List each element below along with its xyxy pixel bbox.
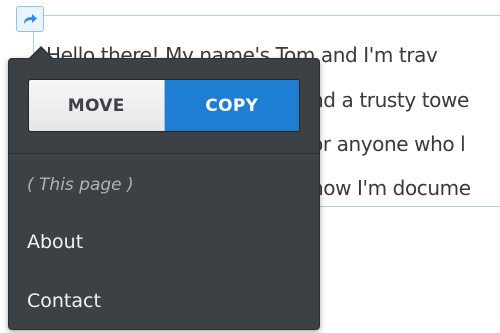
destination-about[interactable]: About	[27, 231, 83, 253]
move-button[interactable]: MOVE	[29, 80, 165, 131]
paragraph-line: nd a trusty towe	[311, 88, 469, 112]
arrow-share-icon	[24, 14, 37, 24]
copy-button[interactable]: COPY	[164, 80, 299, 131]
divider	[9, 153, 319, 154]
popover-arrow	[30, 48, 52, 59]
move-copy-toggle: MOVE COPY	[28, 79, 300, 132]
paragraph-line: or anyone who l	[311, 132, 466, 156]
paragraph-line: how I'm docume	[311, 176, 471, 200]
move-copy-popover: MOVE COPY ( This page ) About Contact	[8, 46, 320, 330]
move-block-handle[interactable]	[16, 6, 44, 32]
destination-current-page[interactable]: ( This page )	[27, 175, 134, 195]
destination-contact[interactable]: Contact	[27, 290, 101, 312]
